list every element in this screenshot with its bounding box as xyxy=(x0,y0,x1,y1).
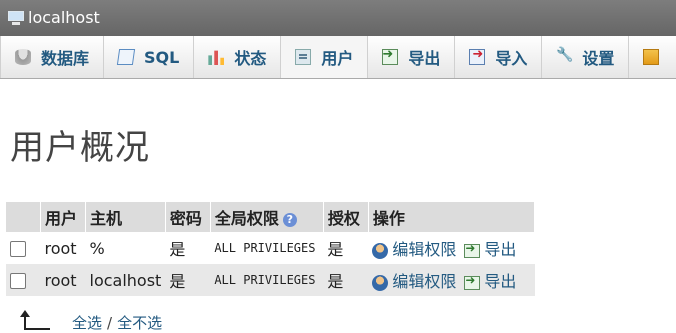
with-selected-arrow-icon xyxy=(18,309,50,330)
server-icon xyxy=(8,11,24,25)
cell-password: 是 xyxy=(165,232,211,264)
more-tabs-icon xyxy=(643,49,660,65)
cell-privileges: ALL PRIVILEGES xyxy=(210,264,324,296)
server-name[interactable]: localhost xyxy=(28,0,100,36)
cell-actions: 编辑权限 导出 xyxy=(368,232,535,264)
header-global-privileges-label: 全局权限 xyxy=(214,209,279,228)
edit-privileges-link[interactable]: 编辑权限 xyxy=(392,272,456,291)
select-all-link[interactable]: 全选 xyxy=(72,312,102,333)
page-title: 用户概况 xyxy=(10,128,150,168)
cell-host: localhost xyxy=(85,264,166,296)
cell-privileges: ALL PRIVILEGES xyxy=(210,232,324,264)
export-icon[interactable] xyxy=(464,241,481,258)
header-select xyxy=(6,202,41,232)
export-icon xyxy=(382,47,399,65)
cell-host: % xyxy=(85,232,166,264)
users-icon xyxy=(295,49,312,65)
export-link[interactable]: 导出 xyxy=(484,272,516,291)
cell-user: root xyxy=(40,232,86,264)
row-select-cell xyxy=(6,232,41,264)
header-password[interactable]: 密码 xyxy=(165,202,211,232)
header-user[interactable]: 用户 xyxy=(40,202,86,232)
row-checkbox[interactable] xyxy=(10,241,26,257)
row-checkbox[interactable] xyxy=(10,273,26,289)
tab-sql[interactable]: SQL xyxy=(104,36,195,78)
tab-label: 导入 xyxy=(495,49,528,68)
deselect-all-link[interactable]: 全不选 xyxy=(117,312,162,333)
tab-label: 状态 xyxy=(234,49,267,68)
cell-password: 是 xyxy=(165,264,211,296)
edit-privileges-link[interactable]: 编辑权限 xyxy=(392,240,456,259)
tab-more[interactable] xyxy=(629,36,676,78)
header-action: 操作 xyxy=(368,202,536,232)
tab-databases[interactable]: 数据库 xyxy=(0,36,105,78)
row-select-cell xyxy=(6,264,41,296)
status-icon xyxy=(208,50,225,65)
tab-label: SQL xyxy=(144,47,180,67)
tab-label: 用户 xyxy=(321,49,354,68)
tab-label: 导出 xyxy=(408,49,441,68)
export-icon[interactable] xyxy=(464,273,481,290)
header-host[interactable]: 主机 xyxy=(85,202,166,232)
header-global-privileges: 全局权限? xyxy=(210,202,324,232)
database-icon xyxy=(15,49,31,65)
import-icon xyxy=(469,47,486,65)
tab-import[interactable]: 导入 xyxy=(455,36,543,78)
cell-actions: 编辑权限 导出 xyxy=(368,264,535,296)
export-link[interactable]: 导出 xyxy=(484,240,516,259)
table-row: root % 是 ALL PRIVILEGES 是 编辑权限 导出 xyxy=(6,232,535,264)
user-overview-table: 用户 主机 密码 全局权限? 授权 操作 root % 是 ALL PRIVIL… xyxy=(6,202,536,296)
help-icon[interactable]: ? xyxy=(282,212,297,227)
tab-settings[interactable]: 设置 xyxy=(542,36,630,78)
edit-privileges-icon[interactable] xyxy=(372,274,389,291)
cell-user: root xyxy=(40,264,86,296)
tab-status[interactable]: 状态 xyxy=(194,36,282,78)
server-title-bar: localhost xyxy=(0,0,676,36)
edit-privileges-icon[interactable] xyxy=(372,242,389,259)
selection-separator: / xyxy=(107,313,113,332)
sql-icon xyxy=(116,49,136,65)
tab-label: 设置 xyxy=(582,49,615,68)
tab-users[interactable]: 用户 xyxy=(281,36,369,78)
table-row: root localhost 是 ALL PRIVILEGES 是 编辑权限 导出 xyxy=(6,264,535,296)
table-header-row: 用户 主机 密码 全局权限? 授权 操作 xyxy=(6,202,536,232)
bulk-selection-bar: 全选 / 全不选 xyxy=(18,309,162,333)
tab-label: 数据库 xyxy=(41,49,90,68)
wrench-icon xyxy=(556,47,573,65)
cell-grant: 是 xyxy=(323,232,369,264)
cell-grant: 是 xyxy=(323,264,369,296)
header-grant: 授权 xyxy=(323,202,369,232)
tab-export[interactable]: 导出 xyxy=(368,36,456,78)
main-tabs: 数据库 SQL 状态 用户 导出 导入 设置 xyxy=(0,36,676,79)
